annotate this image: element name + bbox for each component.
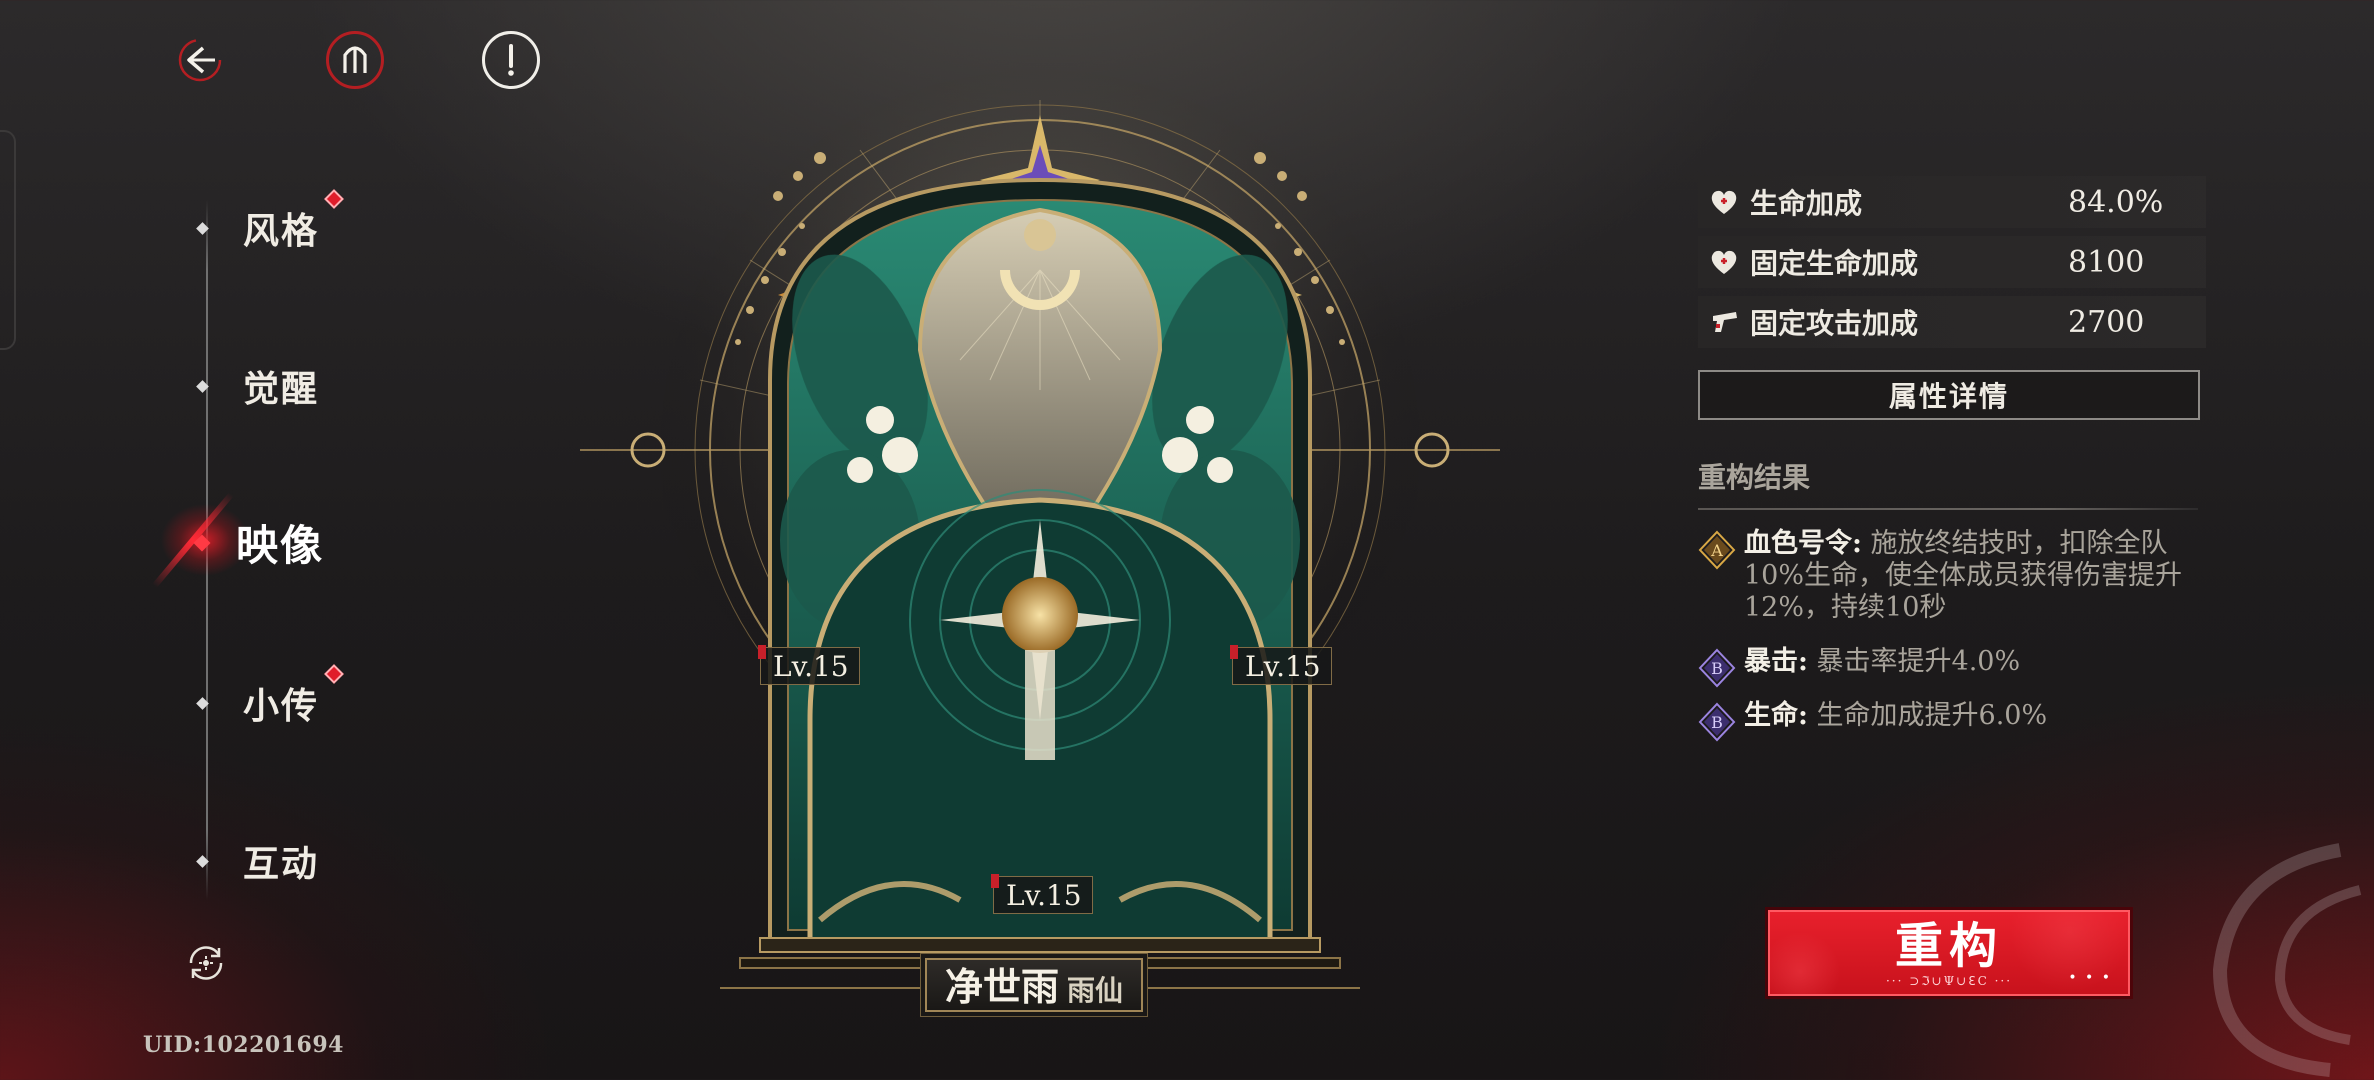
section-divider: [1698, 508, 2198, 510]
nav-item-label: 小传: [243, 685, 320, 727]
effect-name: 生命:: [1744, 700, 1808, 731]
character-name: 净世雨: [945, 964, 1060, 1009]
svg-text:A: A: [1710, 541, 1723, 560]
switch-view-button[interactable]: [183, 940, 229, 986]
effect-item: B 生命: 生命加成提升6.0%: [1698, 700, 2218, 742]
rebuild-button-sublabel: ··· ⊃ℑ∪Ψ∪ℇC ···: [1885, 974, 2013, 988]
rebuild-button[interactable]: 重构 ··· ⊃ℑ∪Ψ∪ℇC ··· • • •: [1768, 910, 2130, 996]
nav-item-awaken[interactable]: 觉醒: [196, 360, 320, 412]
heart-plus-icon: [1711, 250, 1737, 274]
back-arrow-icon: [178, 38, 222, 82]
stat-label: 固定生命加成: [1750, 247, 1919, 280]
rotate-view-icon: [189, 946, 223, 980]
nav-dot: [196, 854, 209, 868]
svg-text:B: B: [1711, 659, 1723, 678]
rebuild-button-label: 重构: [1894, 918, 2003, 974]
rebuild-button-dots: • • •: [2068, 970, 2112, 986]
watermark-logo-icon: [2212, 843, 2362, 1077]
nav-dot: [196, 696, 209, 710]
rebuild-result-title: 重构结果: [1698, 461, 1811, 494]
nav-dot-active: [193, 534, 211, 551]
grade-a-icon: A: [1698, 530, 1736, 570]
archive-portal-icon: [343, 46, 367, 73]
level-badge-right: Lv.15: [1230, 645, 1332, 685]
effect-name: 暴击:: [1744, 646, 1808, 677]
grade-b-icon: B: [1698, 702, 1736, 742]
nav-dot: [196, 379, 209, 393]
attribute-details-button[interactable]: 属性详情: [1698, 370, 2200, 420]
stat-value: 84.0%: [2068, 184, 2164, 220]
nav-item-interact[interactable]: 互动: [196, 835, 320, 887]
stat-value: 2700: [2068, 304, 2145, 340]
stat-row-hp-bonus: 生命加成 84.0%: [1698, 176, 2206, 228]
stat-label: 生命加成: [1750, 187, 1863, 220]
stat-row-flat-atk: 固定攻击加成 2700: [1698, 296, 2206, 348]
uid-label: UID:102201694: [143, 1032, 344, 1058]
nav-item-image[interactable]: 映像: [193, 512, 325, 573]
nav-item-label: 映像: [236, 521, 325, 570]
info-icon: [508, 44, 514, 76]
new-badge: [324, 189, 344, 209]
gun-icon: [1713, 312, 1737, 332]
character-subname: 雨仙: [1067, 974, 1124, 1007]
heart-plus-icon: [1711, 190, 1737, 214]
back-button[interactable]: [171, 31, 229, 89]
effect-desc: 暴击率提升4.0%: [1807, 646, 2021, 677]
new-badge: [324, 664, 344, 684]
nav-item-label: 互动: [243, 843, 320, 885]
grade-b-icon: B: [1698, 648, 1736, 688]
level-badge-bottom: Lv.15: [991, 874, 1093, 914]
nav-item-style[interactable]: 风格: [196, 189, 344, 254]
stat-label: 固定攻击加成: [1750, 307, 1919, 340]
nav-item-biography[interactable]: 小传: [196, 664, 344, 729]
svg-text:B: B: [1711, 713, 1723, 732]
nav-item-label: 觉醒: [243, 368, 320, 410]
archive-button[interactable]: [326, 31, 384, 89]
info-button[interactable]: [482, 31, 540, 89]
side-edge-decoration: [0, 130, 16, 350]
character-name-plate: 净世雨 雨仙: [925, 958, 1144, 1012]
effect-item: A 血色号令: 施放终结技时，扣除全队10%生命，使全体成员获得伤害提升12%，…: [1698, 528, 2218, 624]
nav-dot: [196, 221, 209, 235]
level-badge-left: Lv.15: [758, 645, 860, 685]
effect-desc: 生命加成提升6.0%: [1807, 700, 2048, 731]
stat-value: 8100: [2068, 244, 2145, 280]
stat-row-flat-hp: 固定生命加成 8100: [1698, 236, 2206, 288]
effect-name: 血色号令:: [1744, 528, 1862, 559]
effect-item: B 暴击: 暴击率提升4.0%: [1698, 646, 2218, 688]
nav-item-label: 风格: [243, 210, 320, 252]
